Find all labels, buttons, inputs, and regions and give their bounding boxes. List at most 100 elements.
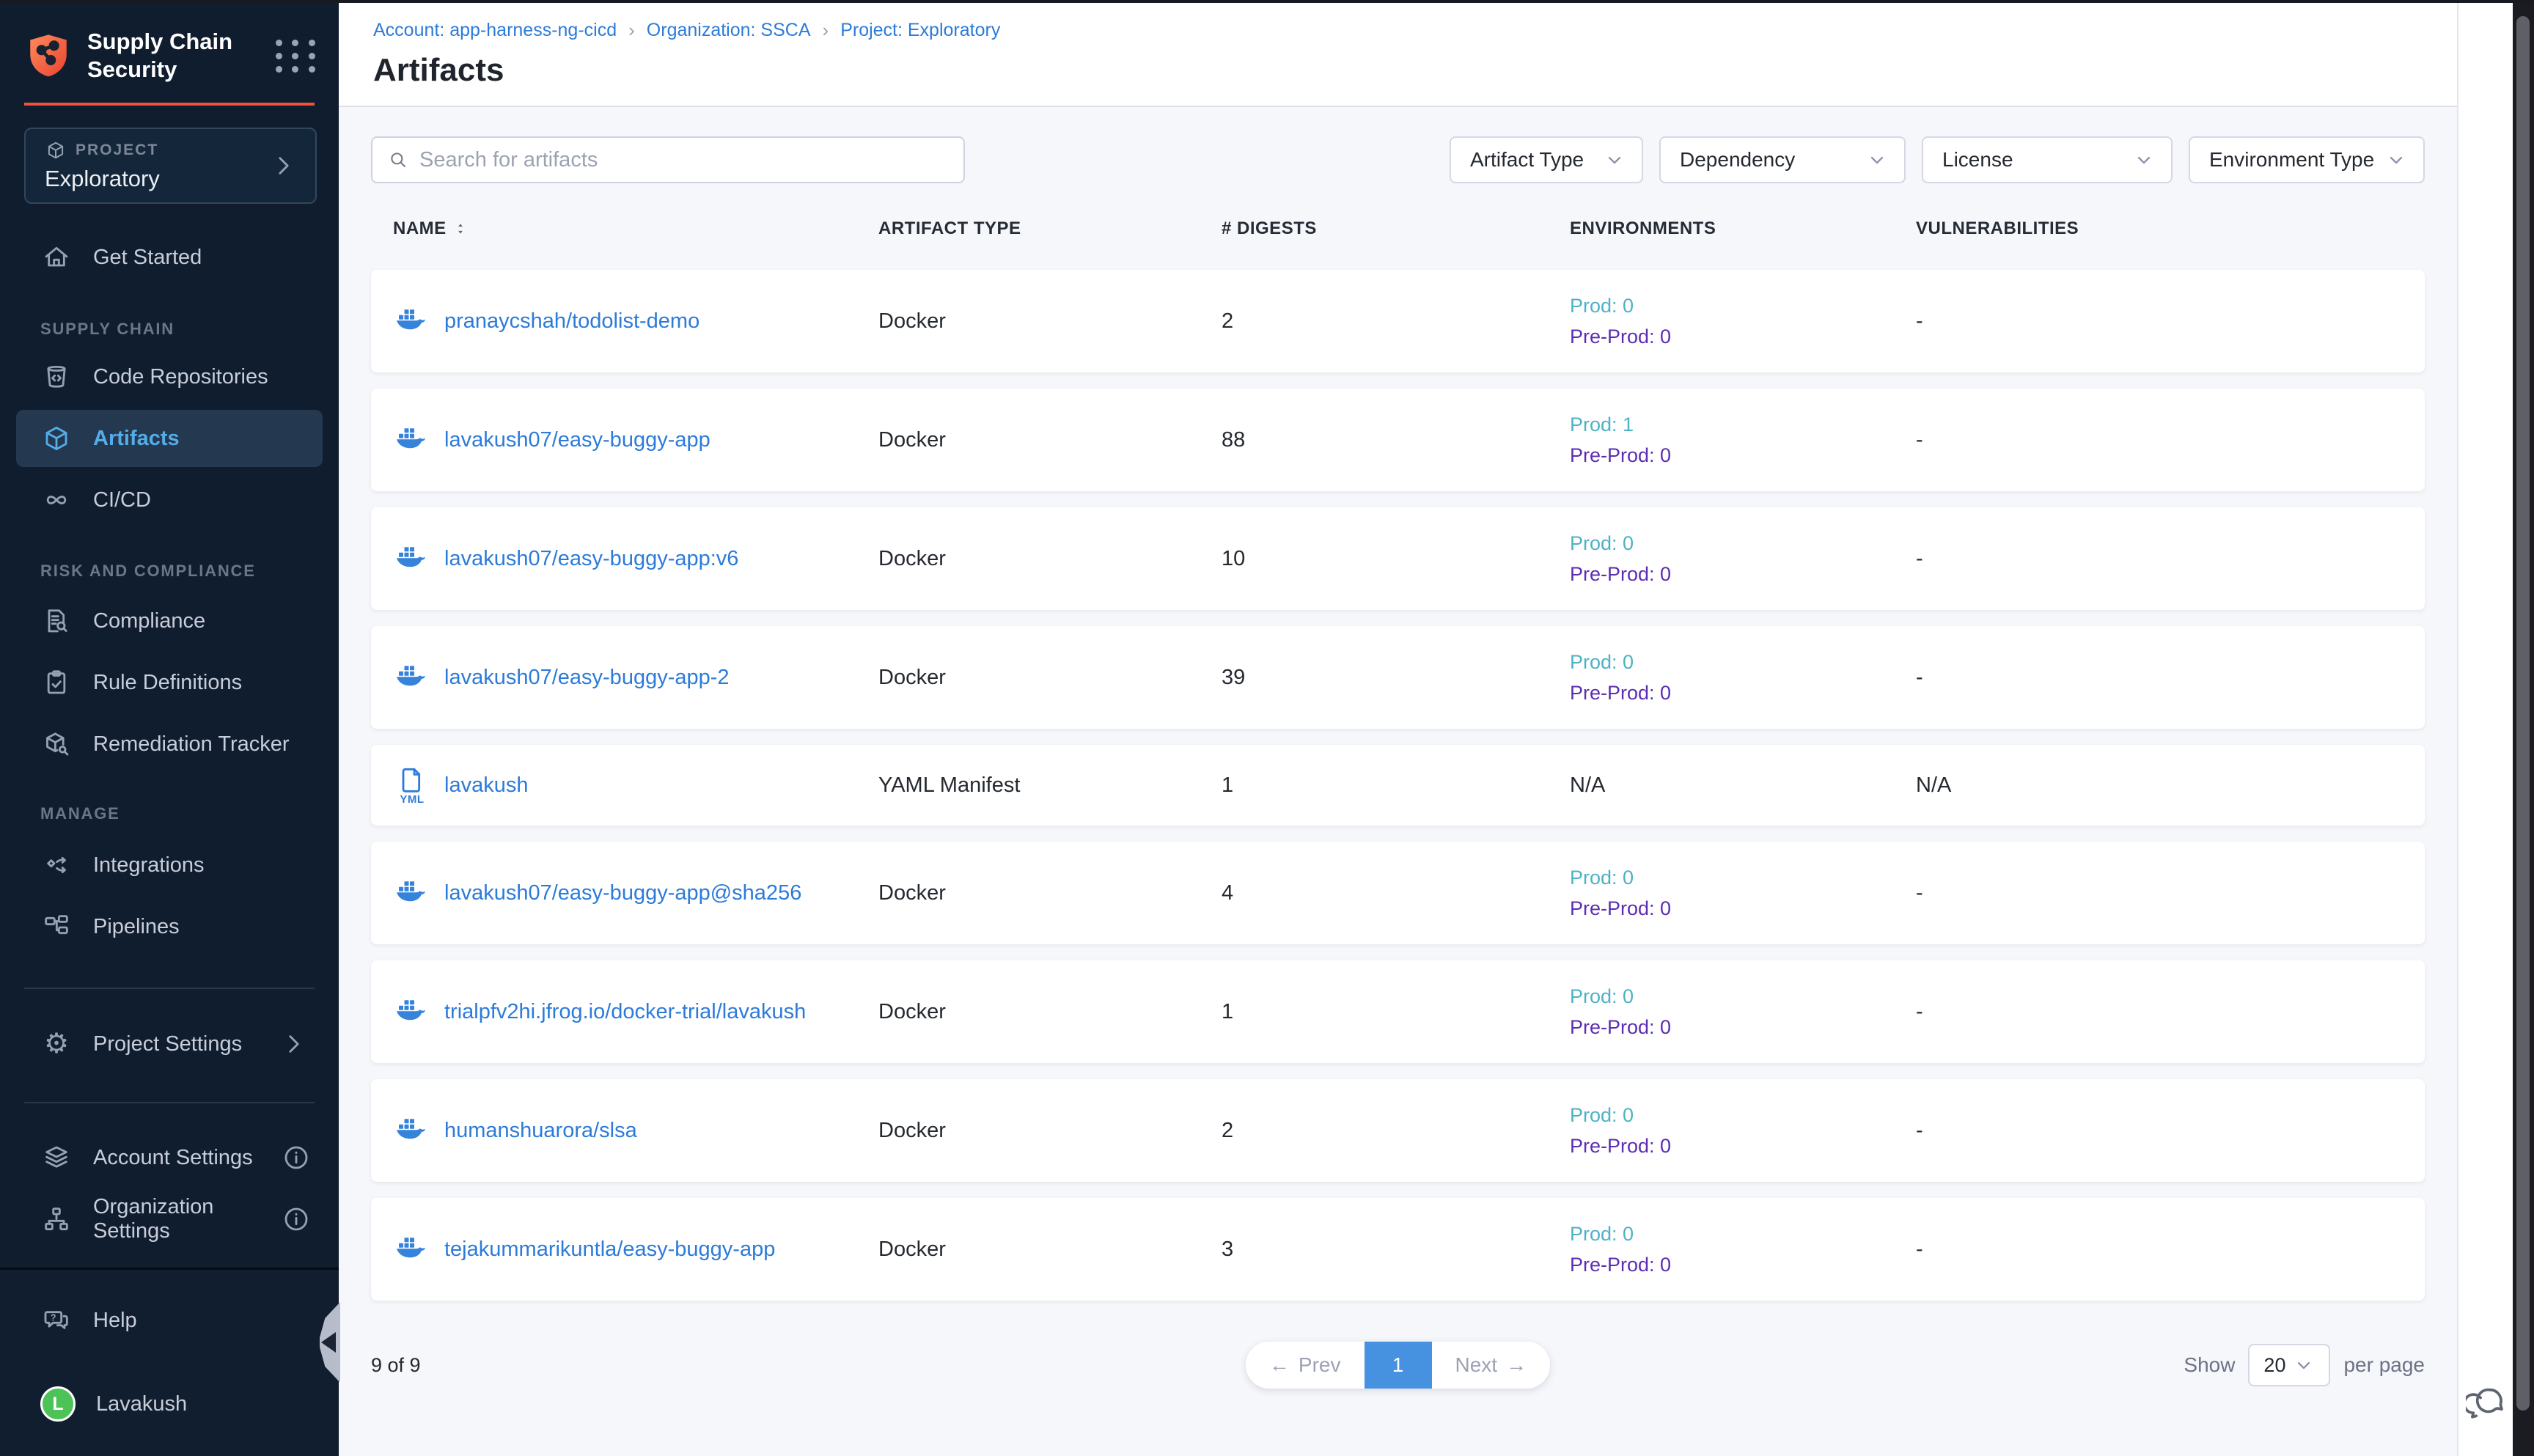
vulnerabilities-cell: - — [1916, 1238, 2403, 1262]
table-row[interactable]: tejakummarikuntla/easy-buggy-app Docker … — [371, 1198, 2425, 1301]
environments-cell: Prod: 0Pre-Prod: 0 — [1570, 981, 1916, 1043]
table-row[interactable]: trialpfv2hi.jfrog.io/docker-trial/lavaku… — [371, 960, 2425, 1063]
digests-cell: 2 — [1222, 1119, 1570, 1143]
prod-env-link[interactable]: Prod: 0 — [1570, 290, 1916, 321]
preprod-env-link[interactable]: Pre-Prod: 0 — [1570, 893, 1916, 924]
vulnerabilities-cell: N/A — [1916, 773, 2403, 798]
table-row[interactable]: lavakush07/easy-buggy-app-2 Docker 39 Pr… — [371, 626, 2425, 729]
sidebar-item-organization-settings[interactable]: Organization Settings — [0, 1191, 339, 1248]
app-switcher-icon[interactable] — [274, 34, 317, 77]
page-size-select[interactable]: 20 — [2248, 1344, 2330, 1386]
sidebar-item-artifacts[interactable]: Artifacts — [16, 410, 323, 467]
digests-cell: 1 — [1222, 1000, 1570, 1024]
filter-license[interactable]: License — [1922, 136, 2173, 183]
box-wrench-icon — [40, 728, 73, 760]
sidebar-item-pipelines[interactable]: Pipelines — [0, 898, 339, 955]
preprod-env-link[interactable]: Pre-Prod: 0 — [1570, 1249, 1916, 1280]
column-artifact-type: ARTIFACT TYPE — [878, 218, 1222, 239]
help-button[interactable]: ? Help — [0, 1292, 339, 1349]
prod-env-link[interactable]: Prod: 0 — [1570, 862, 1916, 893]
org-chart-gear-icon — [40, 1203, 73, 1235]
breadcrumb-account-link[interactable]: Account: app-harness-ng-cicd — [373, 20, 617, 41]
vulnerabilities-cell: - — [1916, 1119, 2403, 1143]
help-label: Help — [93, 1309, 137, 1333]
scrollbar-thumb[interactable] — [2516, 16, 2530, 1411]
artifact-name-link[interactable]: lavakush07/easy-buggy-app — [444, 428, 710, 452]
artifact-type-cell: Docker — [878, 1238, 1222, 1262]
preprod-env-link[interactable]: Pre-Prod: 0 — [1570, 677, 1916, 708]
breadcrumb-project-link[interactable]: Project: Exploratory — [840, 20, 1000, 41]
preprod-env-link[interactable]: Pre-Prod: 0 — [1570, 1012, 1916, 1043]
sidebar-nav: Get Started SUPPLY CHAIN Code Repositori… — [0, 229, 339, 1248]
artifact-name-link[interactable]: tejakummarikuntla/easy-buggy-app — [444, 1238, 775, 1262]
preprod-env-link[interactable]: Pre-Prod: 0 — [1570, 321, 1916, 352]
project-selector[interactable]: PROJECT Exploratory — [24, 128, 317, 204]
sort-icon[interactable] — [452, 221, 469, 237]
sidebar-item-compliance[interactable]: Compliance — [0, 592, 339, 650]
table-row[interactable]: lavakush07/easy-buggy-app@sha256 Docker … — [371, 842, 2425, 944]
environments-cell: Prod: 0Pre-Prod: 0 — [1570, 290, 1916, 352]
preprod-env-link[interactable]: Pre-Prod: 0 — [1570, 1130, 1916, 1161]
digests-cell: 1 — [1222, 773, 1570, 798]
search-icon — [387, 149, 409, 171]
page-title: Artifacts — [373, 52, 2457, 89]
next-page-button[interactable]: Next → — [1432, 1342, 1551, 1389]
avatar: L — [40, 1386, 76, 1422]
sidebar-item-label: Remediation Tracker — [93, 732, 290, 757]
sidebar-item-account-settings[interactable]: Account Settings — [0, 1129, 339, 1186]
prod-env-link[interactable]: Prod: 0 — [1570, 1218, 1916, 1249]
filter-artifact-type[interactable]: Artifact Type — [1450, 136, 1643, 183]
info-icon[interactable] — [280, 1141, 312, 1174]
filter-environment-type[interactable]: Environment Type — [2189, 136, 2425, 183]
prod-env-link[interactable]: Prod: 0 — [1570, 647, 1916, 677]
artifact-name-link[interactable]: lavakush07/easy-buggy-app-2 — [444, 666, 730, 690]
artifact-name-link[interactable]: lavakush07/easy-buggy-app@sha256 — [444, 881, 801, 905]
vulnerabilities-cell: - — [1916, 881, 2403, 905]
table-row[interactable]: YML lavakush YAML Manifest 1 N/A N/A — [371, 745, 2425, 826]
artifact-name-link[interactable]: lavakush07/easy-buggy-app:v6 — [444, 547, 738, 571]
breadcrumb-organization-link[interactable]: Organization: SSCA — [647, 20, 811, 41]
sidebar-item-rule-definitions[interactable]: Rule Definitions — [0, 654, 339, 711]
toolbar: Artifact Type Dependency License Environ… — [371, 136, 2425, 183]
sidebar-item-project-settings[interactable]: ⚙ Project Settings — [0, 1015, 339, 1073]
prod-env-link[interactable]: Prod: 1 — [1570, 409, 1916, 440]
artifact-rows: pranaycshah/todolist-demo Docker 2 Prod:… — [371, 270, 2425, 1301]
filter-dependency[interactable]: Dependency — [1659, 136, 1906, 183]
chat-support-icon[interactable] — [2466, 1383, 2507, 1424]
prod-env-link[interactable]: Prod: 0 — [1570, 528, 1916, 559]
module-accent-rule — [24, 103, 315, 106]
sidebar-item-code-repositories[interactable]: Code Repositories — [0, 348, 339, 405]
sidebar-item-integrations[interactable]: Integrations — [0, 837, 339, 894]
artifact-name-link[interactable]: lavakush — [444, 773, 528, 798]
page-number-current[interactable]: 1 — [1365, 1342, 1432, 1389]
column-vulnerabilities: VULNERABILITIES — [1916, 218, 2403, 239]
artifact-name-link[interactable]: humanshuarora/slsa — [444, 1119, 637, 1143]
user-menu[interactable]: L Lavakush — [0, 1375, 339, 1433]
sidebar-header: Supply Chain Security — [0, 0, 339, 84]
scrollbar-track[interactable] — [2513, 0, 2534, 1456]
table-row[interactable]: pranaycshah/todolist-demo Docker 2 Prod:… — [371, 270, 2425, 372]
prod-env-link[interactable]: Prod: 0 — [1570, 981, 1916, 1012]
preprod-env-link[interactable]: Pre-Prod: 0 — [1570, 559, 1916, 589]
environments-cell: Prod: 0Pre-Prod: 0 — [1570, 1100, 1916, 1161]
sidebar-item-get-started[interactable]: Get Started — [0, 229, 339, 286]
project-selector-name: Exploratory — [45, 166, 267, 192]
sidebar-item-remediation-tracker[interactable]: Remediation Tracker — [0, 716, 339, 773]
page-size-control: Show 20 per page — [2184, 1344, 2425, 1386]
preprod-env-link[interactable]: Pre-Prod: 0 — [1570, 440, 1916, 471]
table-row[interactable]: lavakush07/easy-buggy-app:v6 Docker 10 P… — [371, 507, 2425, 610]
info-icon[interactable] — [280, 1203, 312, 1235]
sidebar-item-cicd[interactable]: CI/CD — [0, 471, 339, 529]
vulnerabilities-cell: - — [1916, 428, 2403, 452]
clipboard-check-icon — [40, 666, 73, 699]
prev-page-button[interactable]: ← Prev — [1246, 1342, 1365, 1389]
artifact-name-link[interactable]: pranaycshah/todolist-demo — [444, 309, 699, 334]
search-input[interactable] — [419, 148, 949, 172]
table-row[interactable]: lavakush07/easy-buggy-app Docker 88 Prod… — [371, 389, 2425, 491]
artifact-name-link[interactable]: trialpfv2hi.jfrog.io/docker-trial/lavaku… — [444, 1000, 806, 1024]
table-row[interactable]: humanshuarora/slsa Docker 2 Prod: 0Pre-P… — [371, 1079, 2425, 1182]
docker-icon — [393, 878, 431, 908]
result-count: 9 of 9 — [371, 1354, 1246, 1377]
environments-cell: Prod: 0Pre-Prod: 0 — [1570, 528, 1916, 589]
prod-env-link[interactable]: Prod: 0 — [1570, 1100, 1916, 1130]
